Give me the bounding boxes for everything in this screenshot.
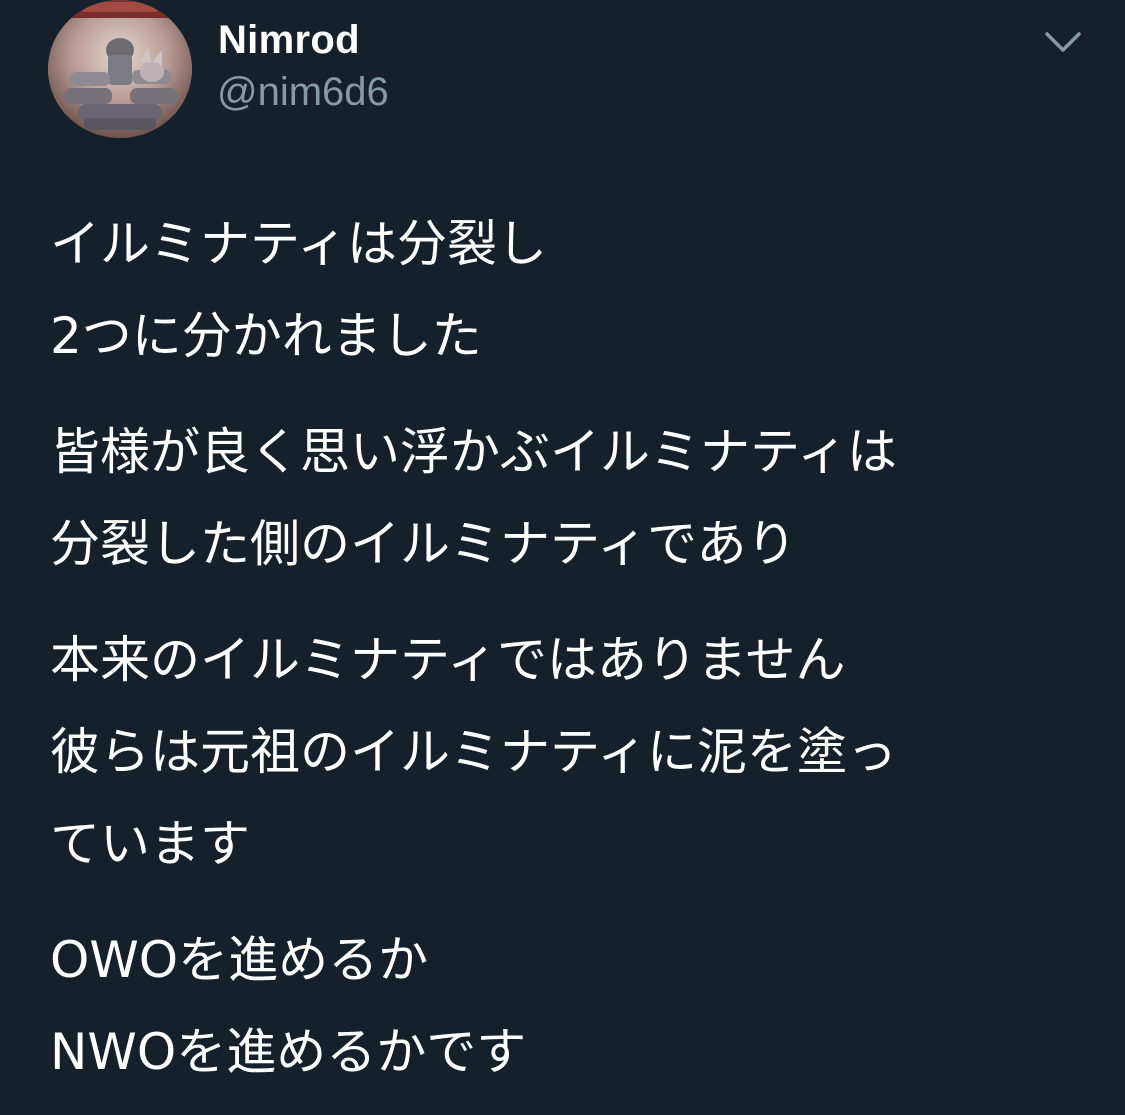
paragraph: OWOを進めるか NWOを進めるかです: [50, 914, 1090, 1098]
tweet-text: イルミナティは分裂し 2つに分かれました 皆様が良く思い浮かぶイルミナティは 分…: [50, 198, 1090, 1098]
text-line: NWOを進めるかです: [50, 1023, 527, 1081]
avatar-image: [48, 0, 192, 138]
text-line: イルミナティは分裂し: [50, 215, 547, 273]
text-line: 本来のイルミナティではありません: [50, 631, 846, 689]
tweet-menu-button[interactable]: [1038, 22, 1088, 62]
chevron-down-icon: [1045, 32, 1081, 52]
user-handle[interactable]: @nim6d6: [217, 66, 389, 118]
paragraph: イルミナティは分裂し 2つに分かれました: [50, 198, 1090, 382]
text-line: OWOを進めるか: [50, 931, 429, 989]
text-line: 分裂した側のイルミナティであり: [50, 515, 797, 573]
avatar[interactable]: [48, 0, 192, 138]
display-name[interactable]: Nimrod: [218, 14, 360, 66]
text-line: ています: [50, 815, 250, 873]
paragraph: 本来のイルミナティではありません 彼らは元祖のイルミナティに泥を塗っ ています: [50, 614, 1090, 890]
text-line: 彼らは元祖のイルミナティに泥を塗っ: [50, 723, 897, 781]
text-line: 皆様が良く思い浮かぶイルミナティは: [50, 423, 897, 481]
paragraph: 皆様が良く思い浮かぶイルミナティは 分裂した側のイルミナティであり: [50, 406, 1090, 590]
text-line: 2つに分かれました: [50, 307, 482, 365]
tweet: Nimrod @nim6d6 イルミナティは分裂し 2つに分かれました 皆様が良…: [0, 0, 1125, 1115]
